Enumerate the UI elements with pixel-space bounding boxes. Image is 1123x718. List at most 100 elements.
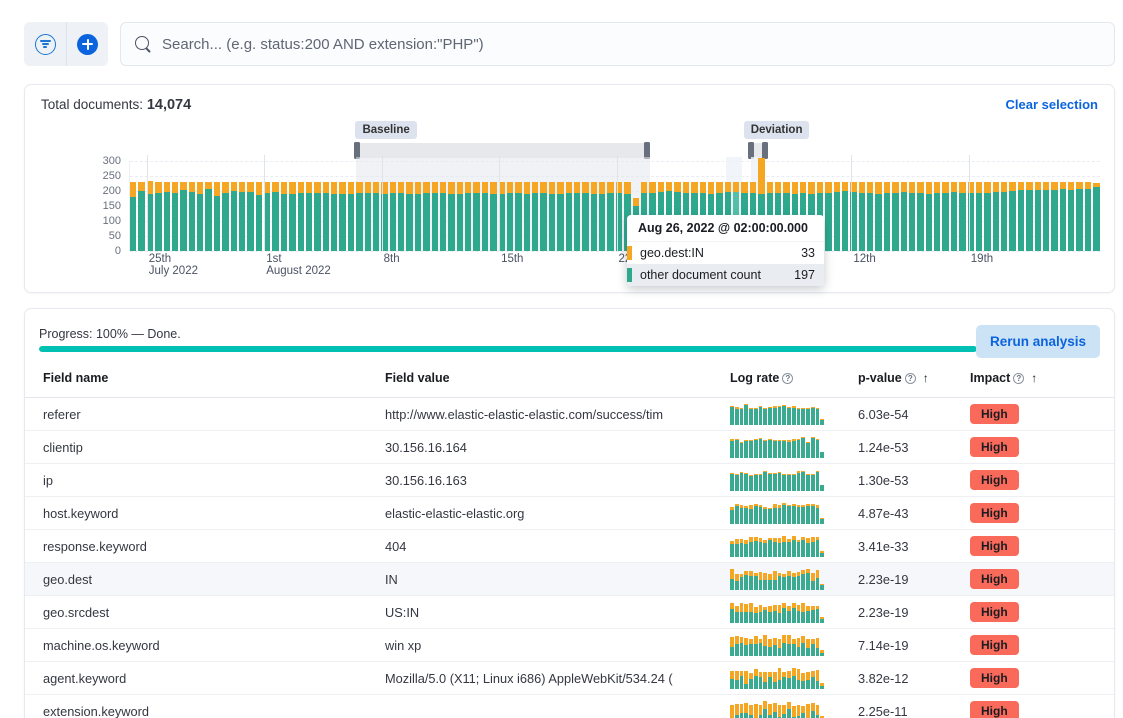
help-icon[interactable]: ? bbox=[782, 373, 793, 384]
histogram-bar[interactable] bbox=[239, 182, 245, 251]
histogram-bar[interactable] bbox=[457, 182, 463, 251]
histogram-bar[interactable] bbox=[1043, 182, 1049, 251]
column-header-log-rate[interactable]: Log rate? bbox=[730, 359, 858, 398]
deviation-handle-right[interactable] bbox=[762, 142, 768, 159]
histogram-bar[interactable] bbox=[959, 182, 965, 251]
histogram-bar[interactable] bbox=[532, 182, 538, 251]
histogram-bar[interactable] bbox=[1076, 182, 1082, 251]
histogram-bar[interactable] bbox=[574, 182, 580, 251]
histogram-bar[interactable] bbox=[214, 182, 220, 251]
table-row[interactable]: refererhttp://www.elastic-elastic-elasti… bbox=[25, 398, 1114, 431]
histogram-bar[interactable] bbox=[834, 182, 840, 251]
histogram-bar[interactable] bbox=[1068, 182, 1074, 251]
histogram-bar[interactable] bbox=[356, 182, 362, 251]
baseline-range-bar[interactable] bbox=[355, 143, 649, 158]
histogram-bar[interactable] bbox=[339, 182, 345, 251]
sort-ascending-icon[interactable]: ↑ bbox=[1031, 371, 1037, 385]
histogram-bar[interactable] bbox=[272, 182, 278, 251]
column-header-field-name[interactable]: Field name bbox=[25, 359, 385, 398]
histogram-bar[interactable] bbox=[599, 182, 605, 251]
histogram-bar[interactable] bbox=[180, 182, 186, 251]
histogram-bar[interactable] bbox=[607, 182, 613, 251]
histogram-bar[interactable] bbox=[1001, 182, 1007, 251]
histogram-bar[interactable] bbox=[423, 182, 429, 251]
histogram-bar[interactable] bbox=[842, 182, 848, 251]
histogram-bar[interactable] bbox=[1093, 183, 1099, 251]
histogram-bar[interactable] bbox=[406, 182, 412, 251]
table-row[interactable]: clientip30.156.16.1641.24e-53High bbox=[25, 431, 1114, 464]
histogram-bar[interactable] bbox=[197, 182, 203, 251]
histogram-bar[interactable] bbox=[222, 182, 228, 251]
histogram-bar[interactable] bbox=[917, 182, 923, 251]
histogram-bar[interactable] bbox=[1035, 182, 1041, 251]
histogram-bar[interactable] bbox=[256, 182, 262, 251]
histogram-bar[interactable] bbox=[549, 182, 555, 251]
histogram-bar[interactable] bbox=[189, 182, 195, 251]
histogram-bar[interactable] bbox=[231, 182, 237, 251]
histogram-bar[interactable] bbox=[1026, 182, 1032, 251]
histogram-bar[interactable] bbox=[465, 182, 471, 251]
sort-ascending-icon[interactable]: ↑ bbox=[923, 371, 929, 385]
histogram-bar[interactable] bbox=[298, 182, 304, 251]
histogram-bar[interactable] bbox=[1060, 182, 1066, 251]
help-icon[interactable]: ? bbox=[1013, 373, 1024, 384]
histogram-bar[interactable] bbox=[348, 182, 354, 251]
histogram-bar[interactable] bbox=[566, 182, 572, 251]
histogram-bar[interactable] bbox=[306, 182, 312, 251]
histogram-bar[interactable] bbox=[591, 182, 597, 251]
histogram-bar[interactable] bbox=[373, 182, 379, 251]
table-row[interactable]: geo.srcdestUS:IN2.23e-19High bbox=[25, 596, 1114, 629]
histogram-bar[interactable] bbox=[557, 182, 563, 251]
histogram-bar[interactable] bbox=[859, 182, 865, 251]
table-row[interactable]: host.keywordelastic-elastic-elastic.org4… bbox=[25, 497, 1114, 530]
histogram-bar[interactable] bbox=[901, 182, 907, 251]
histogram-bar[interactable] bbox=[1018, 182, 1024, 251]
histogram-bar[interactable] bbox=[473, 182, 479, 251]
histogram-bar[interactable] bbox=[247, 182, 253, 251]
histogram-bar[interactable] bbox=[398, 182, 404, 251]
histogram-bar[interactable] bbox=[507, 182, 513, 251]
filter-circle-icon-button[interactable] bbox=[24, 22, 66, 66]
histogram-bar[interactable] bbox=[138, 182, 144, 251]
histogram-bar[interactable] bbox=[490, 182, 496, 251]
table-row[interactable]: extension.keyword2.25e-11High bbox=[25, 695, 1114, 718]
histogram-bar[interactable] bbox=[540, 182, 546, 251]
histogram-bars[interactable] bbox=[130, 161, 1100, 251]
table-row[interactable]: ip30.156.16.1631.30e-53High bbox=[25, 464, 1114, 497]
histogram-bar[interactable] bbox=[515, 182, 521, 251]
rerun-analysis-button[interactable]: Rerun analysis bbox=[976, 325, 1100, 358]
histogram-bar[interactable] bbox=[867, 182, 873, 251]
column-header-p-value[interactable]: p-value?↑ bbox=[858, 359, 970, 398]
histogram-bar[interactable] bbox=[1009, 182, 1015, 251]
help-icon[interactable]: ? bbox=[905, 373, 916, 384]
histogram-bar[interactable] bbox=[984, 182, 990, 251]
histogram-bar[interactable] bbox=[884, 182, 890, 251]
histogram-bar[interactable] bbox=[926, 182, 932, 251]
plot-area[interactable] bbox=[129, 161, 1100, 251]
histogram-bar[interactable] bbox=[432, 182, 438, 251]
histogram-bar[interactable] bbox=[582, 182, 588, 251]
histogram-bar[interactable] bbox=[331, 182, 337, 251]
histogram-bar[interactable] bbox=[1085, 182, 1091, 251]
column-header-field-value[interactable]: Field value bbox=[385, 359, 730, 398]
histogram-bar[interactable] bbox=[482, 182, 488, 251]
histogram-bar[interactable] bbox=[934, 182, 940, 251]
histogram-bar[interactable] bbox=[314, 182, 320, 251]
histogram-bar[interactable] bbox=[942, 182, 948, 251]
histogram-bar[interactable] bbox=[448, 182, 454, 251]
histogram-bar[interactable] bbox=[825, 182, 831, 251]
histogram-bar[interactable] bbox=[164, 182, 170, 251]
table-row[interactable]: machine.os.keywordwin xp7.14e-19High bbox=[25, 629, 1114, 662]
histogram-bar[interactable] bbox=[1051, 182, 1057, 251]
histogram-bar[interactable] bbox=[155, 182, 161, 251]
histogram-bar[interactable] bbox=[892, 182, 898, 251]
histogram-bar[interactable] bbox=[524, 182, 530, 251]
table-row[interactable]: response.keyword4043.41e-33High bbox=[25, 530, 1114, 563]
histogram-bar[interactable] bbox=[440, 182, 446, 251]
clear-selection-link[interactable]: Clear selection bbox=[1006, 97, 1099, 112]
histogram-bar[interactable] bbox=[365, 182, 371, 251]
histogram-bar[interactable] bbox=[976, 182, 982, 251]
histogram-bar[interactable] bbox=[951, 182, 957, 251]
histogram-bar[interactable] bbox=[289, 182, 295, 251]
histogram-bar[interactable] bbox=[415, 182, 421, 251]
